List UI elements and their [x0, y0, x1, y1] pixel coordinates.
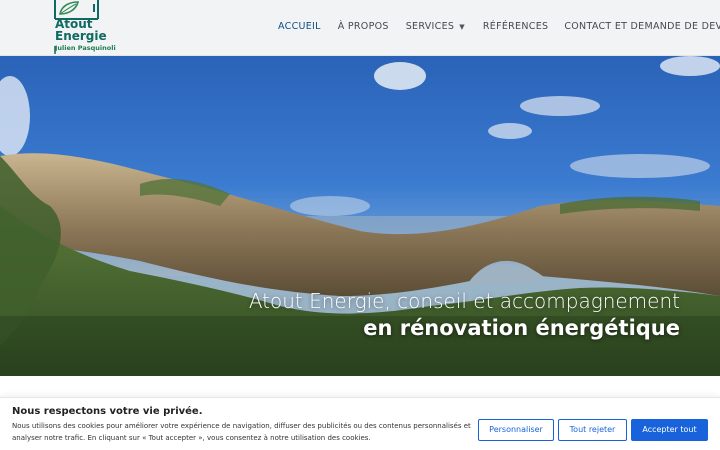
cookie-consent-banner: Nous respectons votre vie privée. Nous u… [0, 397, 720, 450]
nav-item-label: ACCUEIL [278, 21, 321, 32]
logo-subtitle: Julien Pasquinoli [55, 44, 116, 52]
main-nav: ACCUEIL À PROPOS SERVICES ▼ RÉFÉRENCES C… [278, 20, 720, 34]
nav-item-contact[interactable]: CONTACT ET DEMANDE DE DEVIS [564, 20, 720, 34]
hero-title: Atout Energie, conseil et accompagnement [248, 289, 680, 313]
site-logo[interactable]: Atout Energie Julien Pasquinoli [52, 0, 116, 56]
accept-all-button[interactable]: Accepter tout [631, 419, 708, 441]
cookie-description: Nous utilisons des cookies pour améliore… [12, 422, 471, 442]
site-header: Atout Energie Julien Pasquinoli ACCUEIL … [0, 0, 720, 56]
caret-down-icon: ▼ [459, 23, 465, 31]
reject-all-button[interactable]: Tout rejeter [558, 419, 627, 441]
logo-name-line2: Energie [55, 29, 107, 43]
nav-item-a-propos[interactable]: À PROPOS [338, 20, 389, 34]
nav-item-label: CONTACT ET DEMANDE DE DEVIS [564, 21, 720, 32]
nav-item-services[interactable]: SERVICES ▼ [406, 20, 465, 34]
nav-item-label: À PROPOS [337, 21, 389, 32]
nav-item-references[interactable]: RÉFÉRENCES [483, 20, 548, 34]
nav-item-label: SERVICES [405, 21, 455, 32]
cookie-title: Nous respectons votre vie privée. [12, 406, 203, 417]
nav-item-accueil[interactable]: ACCUEIL [278, 20, 321, 34]
hero-subtitle: en rénovation énergétique [363, 316, 680, 340]
hero-banner: Atout Energie, conseil et accompagnement… [0, 56, 720, 376]
nav-item-label: RÉFÉRENCES [482, 21, 549, 32]
customize-button[interactable]: Personnaliser [478, 419, 554, 441]
